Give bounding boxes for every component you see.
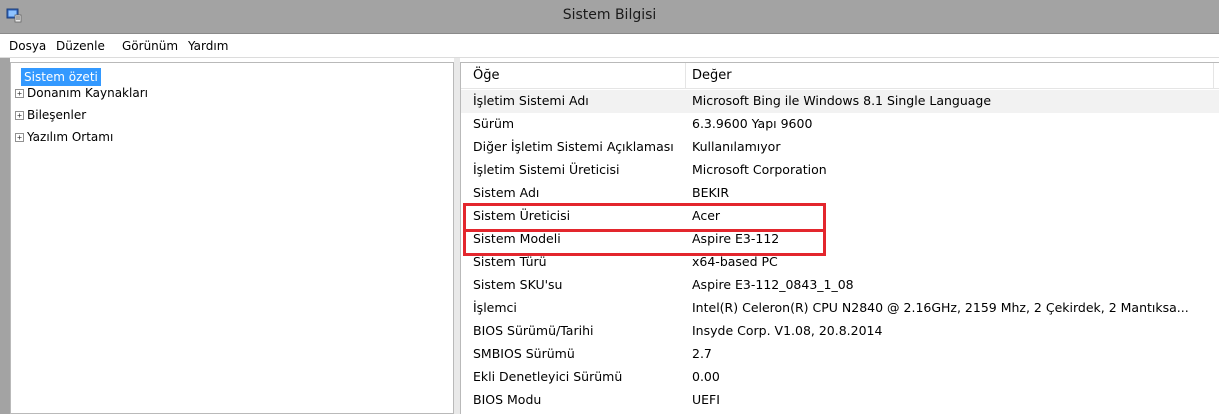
tree-item-software-environment[interactable]: Yazılım Ortamı xyxy=(27,128,113,146)
column-divider[interactable] xyxy=(1213,63,1214,89)
category-tree[interactable]: Sistem özeti + Donanım Kaynakları + Bile… xyxy=(10,62,454,414)
value-cell: Microsoft Corporation xyxy=(692,162,827,177)
item-cell: Ekli Denetleyici Sürümü xyxy=(473,369,623,384)
item-cell: Sistem Adı xyxy=(473,185,540,200)
menu-file[interactable]: Dosya xyxy=(9,39,46,53)
menu-help[interactable]: Yardım xyxy=(188,39,228,53)
expand-plus-icon[interactable]: + xyxy=(15,89,24,98)
list-row[interactable]: Sistem Adı BEKIR xyxy=(461,182,1219,205)
list-row[interactable]: Diğer İşletim Sistemi Açıklaması Kullanı… xyxy=(461,136,1219,159)
column-header-value[interactable]: Değer xyxy=(692,68,732,83)
window-frame-left xyxy=(0,58,10,414)
column-divider[interactable] xyxy=(685,63,686,89)
list-row[interactable]: BIOS Sürümü/Tarihi Insyde Corp. V1.08, 2… xyxy=(461,320,1219,343)
list-row[interactable]: İşletim Sistemi Üreticisi Microsoft Corp… xyxy=(461,159,1219,182)
value-cell: Insyde Corp. V1.08, 20.8.2014 xyxy=(692,323,883,338)
list-row[interactable]: İşlemci Intel(R) Celeron(R) CPU N2840 @ … xyxy=(461,297,1219,320)
value-cell: Kullanılamıyor xyxy=(692,139,781,154)
item-cell: Sistem SKU'su xyxy=(473,277,563,292)
list-row[interactable]: BIOS Modu UEFI xyxy=(461,389,1219,412)
red-highlight-box-model xyxy=(463,229,826,256)
item-cell: BIOS Modu xyxy=(473,392,542,407)
title-bar: Sistem Bilgisi xyxy=(0,0,1219,34)
item-cell: SMBIOS Sürümü xyxy=(473,346,575,361)
tree-item-hardware-resources[interactable]: Donanım Kaynakları xyxy=(27,84,148,102)
menu-view[interactable]: Görünüm xyxy=(122,39,178,53)
value-cell: x64-based PC xyxy=(692,254,778,269)
value-cell: 2.7 xyxy=(692,346,712,361)
value-cell: BEKIR xyxy=(692,185,730,200)
list-row[interactable]: SMBIOS Sürümü 2.7 xyxy=(461,343,1219,366)
value-cell: UEFI xyxy=(692,392,720,407)
item-cell: İşlemci xyxy=(473,300,517,315)
item-cell: Diğer İşletim Sistemi Açıklaması xyxy=(473,139,674,154)
list-header: Öğe Değer xyxy=(461,63,1219,89)
item-cell: İşletim Sistemi Adı xyxy=(473,93,589,108)
window-title: Sistem Bilgisi xyxy=(562,7,657,23)
value-cell: Aspire E3-112_0843_1_08 xyxy=(692,277,854,292)
column-header-item[interactable]: Öğe xyxy=(473,68,499,83)
item-cell: Sistem Türü xyxy=(473,254,547,269)
tree-item-components[interactable]: Bileşenler xyxy=(27,106,86,124)
list-row[interactable]: İşletim Sistemi Adı Microsoft Bing ile W… xyxy=(461,90,1219,113)
menu-bar: Dosya Düzenle Görünüm Yardım xyxy=(0,34,1219,58)
list-row[interactable]: Ekli Denetleyici Sürümü 0.00 xyxy=(461,366,1219,389)
item-cell: BIOS Sürümü/Tarihi xyxy=(473,323,594,338)
value-cell: 6.3.9600 Yapı 9600 xyxy=(692,116,813,131)
value-cell: Microsoft Bing ile Windows 8.1 Single La… xyxy=(692,93,992,108)
item-cell: İşletim Sistemi Üreticisi xyxy=(473,162,620,177)
list-row[interactable]: Sürüm 6.3.9600 Yapı 9600 xyxy=(461,113,1219,136)
item-cell: Sürüm xyxy=(473,116,515,131)
red-highlight-box-manufacturer xyxy=(463,203,826,232)
expand-plus-icon[interactable]: + xyxy=(15,133,24,142)
value-cell: 0.00 xyxy=(692,369,720,384)
value-cell: Intel(R) Celeron(R) CPU N2840 @ 2.16GHz,… xyxy=(692,300,1189,315)
menu-edit[interactable]: Düzenle xyxy=(56,39,105,53)
expand-plus-icon[interactable]: + xyxy=(15,111,24,120)
list-row[interactable]: Sistem SKU'su Aspire E3-112_0843_1_08 xyxy=(461,274,1219,297)
